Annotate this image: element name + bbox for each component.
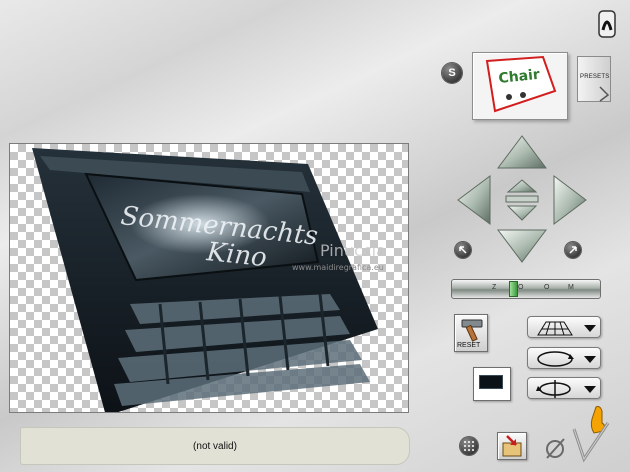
s-button-label: S	[448, 67, 456, 79]
checkmark-icon	[572, 422, 610, 463]
arrow-upright-icon	[569, 246, 577, 254]
dropdown-arrow-icon	[584, 325, 596, 332]
preview-title-line2: Kino	[204, 237, 268, 273]
center-move-button[interactable]	[505, 179, 539, 221]
ok-button[interactable]	[568, 403, 616, 463]
zoom-tick-label: Z	[492, 284, 497, 291]
rotate-mode-dropdown[interactable]	[527, 347, 601, 369]
preview-canvas[interactable]: Sommernachts Kino Pinuccia www.maidiregr…	[9, 143, 409, 413]
zoom-tick-label: M	[568, 284, 574, 291]
cancel-button[interactable]	[542, 436, 568, 460]
grid-dots-button[interactable]	[460, 437, 478, 455]
watermark-url: www.maidiregrafica.eu	[292, 263, 384, 272]
zoom-slider-handle[interactable]	[509, 281, 518, 297]
status-text: (not valid)	[193, 440, 237, 452]
rotate-ellipse-icon	[537, 351, 574, 367]
reset-label: RESET	[457, 342, 481, 349]
flip-mode-dropdown[interactable]	[527, 377, 601, 399]
zoom-slider[interactable]: Z O O M	[451, 279, 601, 299]
dropdown-arrow-icon	[584, 356, 596, 363]
status-bar: (not valid)	[20, 427, 410, 465]
rotate-right-button[interactable]	[565, 242, 581, 258]
preset-thumbnail[interactable]: Chair	[472, 52, 568, 120]
load-file-button[interactable]	[497, 432, 527, 460]
preview-image: Sommernachts Kino Pinuccia www.maidiregr…	[32, 148, 386, 412]
perspective-grid-icon	[537, 321, 573, 336]
preset-thumbnail-image: Chair	[485, 55, 557, 113]
folder-import-icon	[502, 435, 522, 457]
dropdown-arrow-icon	[584, 386, 596, 393]
watermark-name: Pinuccia	[320, 241, 386, 260]
zoom-tick-label: O	[518, 284, 524, 291]
cancel-icon	[546, 438, 565, 459]
arrow-right-button[interactable]	[553, 175, 587, 225]
chevron-right-icon	[599, 86, 610, 102]
flip-axis-icon	[536, 380, 571, 398]
hand-icon[interactable]	[598, 10, 616, 38]
arrow-upleft-icon	[459, 246, 467, 254]
arrow-down-button[interactable]	[497, 229, 547, 263]
mini-preview-button[interactable]	[473, 367, 511, 401]
arrow-left-button[interactable]	[457, 175, 491, 225]
presets-button[interactable]: PRESETS	[577, 56, 611, 102]
grid-mode-dropdown[interactable]	[527, 316, 601, 338]
hammer-icon	[461, 319, 483, 342]
mini-preview-image	[479, 375, 503, 389]
s-button[interactable]: S	[442, 63, 462, 83]
arrow-up-button[interactable]	[497, 135, 547, 169]
rotate-left-button[interactable]	[455, 242, 471, 258]
reset-button[interactable]: RESET	[454, 314, 488, 352]
zoom-tick-label: O	[544, 284, 550, 291]
grid-dots-icon	[464, 441, 474, 451]
